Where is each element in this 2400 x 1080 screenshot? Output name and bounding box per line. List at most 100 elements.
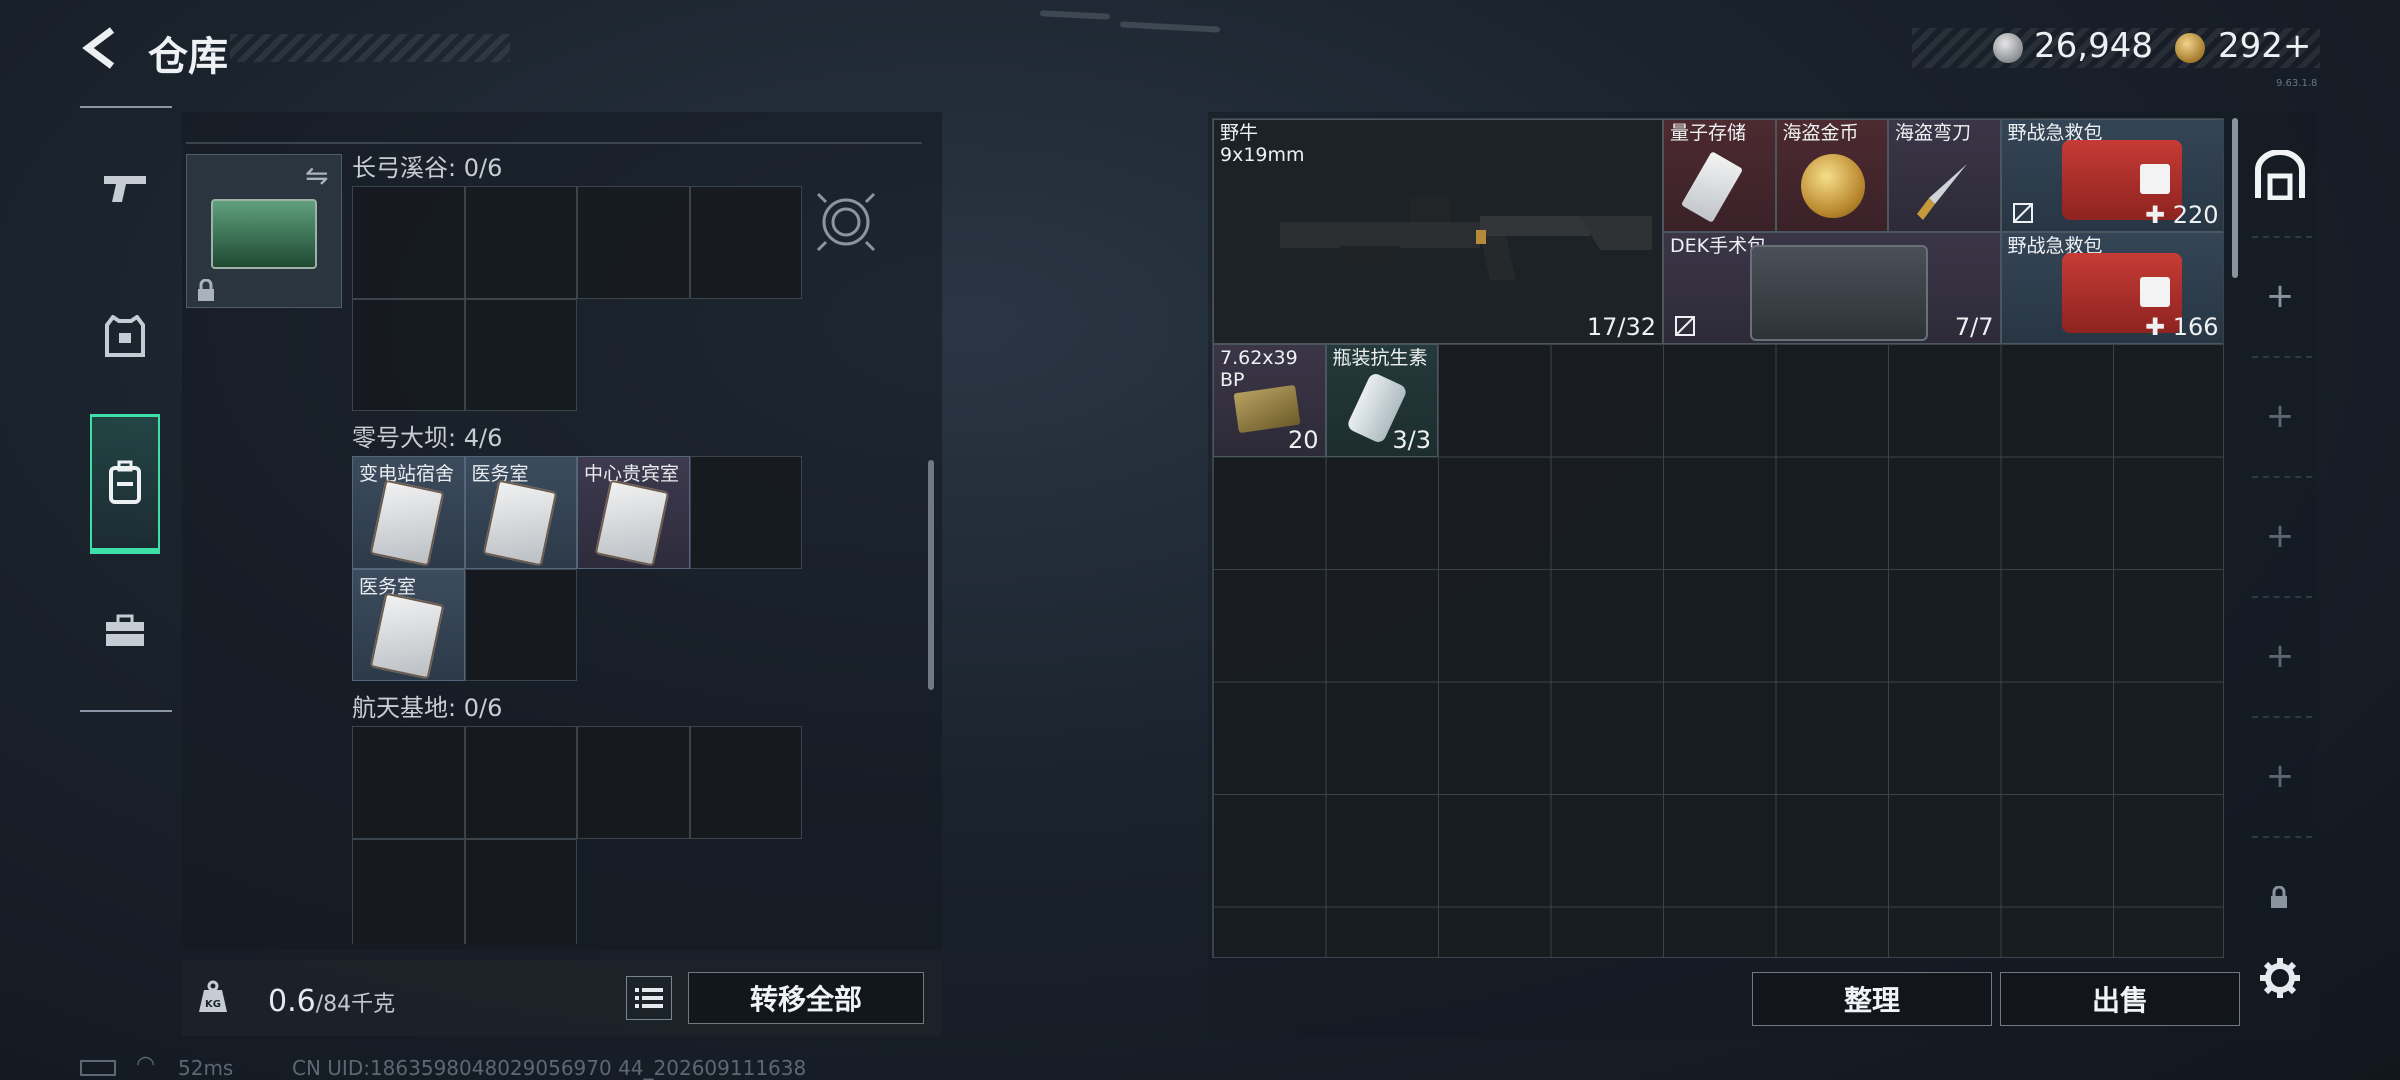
item-quantum-storage[interactable]: 量子存储 bbox=[1663, 119, 1776, 232]
nav-armor-tab[interactable] bbox=[88, 300, 162, 374]
target-icon[interactable] bbox=[812, 188, 880, 256]
left-scrollbar[interactable] bbox=[928, 460, 934, 690]
keycard-item[interactable]: 医务室 bbox=[464, 456, 577, 569]
item-durability: ✚ 220 bbox=[2144, 200, 2219, 229]
lock-icon bbox=[195, 279, 217, 303]
tab-separator bbox=[2252, 476, 2312, 478]
nav-weapons-tab[interactable] bbox=[88, 152, 162, 226]
item-ammo[interactable]: 7.62x39 BP 20 bbox=[1213, 344, 1326, 457]
gold-coin-icon bbox=[2175, 33, 2205, 63]
item-durability: ✚ 166 bbox=[2144, 313, 2219, 341]
keycard-case-slot[interactable]: ⇋ bbox=[186, 154, 342, 308]
keycard-slot[interactable] bbox=[689, 456, 802, 569]
item-dek-surgical-kit[interactable]: DEK手术包 7/7 bbox=[1663, 231, 2001, 344]
item-name: 野牛 bbox=[1220, 122, 1259, 144]
keycard-slot[interactable] bbox=[352, 298, 465, 411]
title-hatch-decoration bbox=[230, 34, 510, 62]
weight-capacity: /84千克 bbox=[315, 992, 396, 1017]
keycard-slot[interactable] bbox=[577, 726, 690, 839]
background-streak bbox=[1039, 10, 1111, 20]
keycard-slot[interactable] bbox=[352, 186, 465, 299]
toolbox-icon bbox=[106, 614, 144, 646]
add-storage-tab-button[interactable]: + bbox=[2262, 398, 2298, 434]
keycard-slot[interactable] bbox=[464, 298, 577, 411]
grid-spacer bbox=[577, 299, 690, 412]
ping-readout: 52ms bbox=[178, 1056, 234, 1080]
keycard-grid-dam: 变电站宿舍 医务室 中心贵宾室 医务室 bbox=[352, 456, 802, 681]
item-name: 瓶装抗生素 bbox=[1332, 347, 1428, 369]
weight-readout: 0.6/84千克 bbox=[268, 984, 395, 1019]
nav-backpack-tab[interactable] bbox=[90, 414, 160, 554]
list-icon bbox=[635, 988, 663, 1008]
keycard-slot[interactable] bbox=[464, 186, 577, 299]
storage-tab-active[interactable] bbox=[2254, 150, 2306, 200]
item-pirate-coin[interactable]: 海盗金币 bbox=[1775, 119, 1888, 232]
background-streak bbox=[1119, 21, 1221, 33]
item-field-medkit[interactable]: 野战急救包 ✚ 220 bbox=[2000, 119, 2223, 232]
durability-value: 166 bbox=[2172, 313, 2219, 341]
keycard-item[interactable]: 医务室 bbox=[352, 568, 465, 681]
keycard-grid-space-base bbox=[352, 726, 802, 944]
keycard-slot[interactable] bbox=[577, 186, 690, 299]
wifi-icon: ◠ bbox=[136, 1052, 156, 1077]
nav-toolbox-tab[interactable] bbox=[88, 594, 162, 668]
svg-text:KG: KG bbox=[205, 999, 221, 1010]
backpack-icon bbox=[109, 460, 141, 504]
section-label-dam: 零号大坝: 4/6 bbox=[352, 424, 503, 452]
tab-separator bbox=[2252, 236, 2312, 238]
no-insure-icon bbox=[1675, 315, 1695, 336]
keycard-case-icon bbox=[211, 199, 317, 269]
add-storage-tab-button[interactable]: + bbox=[2262, 278, 2298, 314]
keycard-slot[interactable] bbox=[689, 186, 802, 299]
right-scrollbar[interactable] bbox=[2232, 118, 2238, 278]
add-storage-tab-button[interactable]: + bbox=[2262, 758, 2298, 794]
warehouse-grid: 野牛 9x19mm 17/32 量子存储 海盗金币 海盗弯刀 野战急救包 ✚ 2… bbox=[1212, 118, 2224, 958]
item-bottled-antibiotic[interactable]: 瓶装抗生素 3/3 bbox=[1325, 344, 1438, 457]
keycard-item[interactable]: 变电站宿舍 bbox=[352, 456, 465, 569]
durability-value: 220 bbox=[2172, 200, 2219, 229]
transfer-all-button[interactable]: 转移全部 bbox=[688, 972, 924, 1024]
keycard-slot[interactable] bbox=[464, 568, 577, 681]
container-header-bar bbox=[186, 116, 922, 144]
keycard-slot[interactable] bbox=[464, 838, 577, 944]
weight-kg-icon: KG bbox=[196, 980, 230, 1014]
keycard-name: 变电站宿舍 bbox=[359, 463, 455, 485]
battery-icon bbox=[80, 1060, 116, 1076]
keycard-icon bbox=[369, 592, 445, 679]
item-count: 20 bbox=[1287, 425, 1319, 454]
add-storage-tab-button[interactable]: + bbox=[2262, 518, 2298, 554]
item-pirate-knife[interactable]: 海盗弯刀 bbox=[1888, 119, 2001, 232]
sell-button[interactable]: 出售 bbox=[2000, 972, 2240, 1026]
keycard-slot[interactable] bbox=[464, 726, 577, 839]
usb-drive-icon bbox=[1680, 151, 1744, 223]
lock-icon bbox=[2271, 886, 2287, 908]
keycard-icon bbox=[369, 479, 445, 567]
keycard-item[interactable]: 中心贵宾室 bbox=[577, 456, 690, 569]
list-view-button[interactable] bbox=[626, 976, 672, 1020]
back-button[interactable] bbox=[78, 26, 122, 70]
gold-currency-amount[interactable]: 292+ bbox=[2218, 26, 2311, 66]
keycard-slot[interactable] bbox=[352, 838, 465, 944]
gold-coin-item-icon bbox=[1800, 154, 1865, 218]
item-name: 7.62x39 bbox=[1220, 347, 1298, 369]
item-field-medkit[interactable]: 野战急救包 ✚ 166 bbox=[2000, 231, 2223, 344]
tab-separator bbox=[2252, 356, 2312, 358]
settings-button[interactable] bbox=[2258, 956, 2302, 1000]
tab-separator bbox=[2252, 596, 2312, 598]
version-label: 9.63.1.8 bbox=[2276, 78, 2318, 89]
rifle-icon bbox=[1280, 196, 1652, 280]
silver-currency-amount: 26,948 bbox=[2034, 26, 2153, 66]
locked-tab[interactable] bbox=[2268, 886, 2290, 910]
swap-icon[interactable]: ⇋ bbox=[305, 159, 328, 192]
add-storage-tab-button[interactable]: + bbox=[2262, 638, 2298, 674]
armor-vest-icon bbox=[105, 315, 145, 357]
keycard-slot[interactable] bbox=[352, 726, 465, 839]
item-rifle[interactable]: 野牛 9x19mm 17/32 bbox=[1213, 119, 1663, 344]
tidy-button[interactable]: 整理 bbox=[1752, 972, 1992, 1026]
grid-spacer bbox=[690, 299, 803, 412]
item-uses: 3/3 bbox=[1392, 425, 1431, 454]
item-ammo-count: 17/32 bbox=[1586, 313, 1656, 341]
keycard-slot[interactable] bbox=[689, 726, 802, 839]
item-name: 海盗金币 bbox=[1782, 122, 1859, 144]
warehouse-icon bbox=[2255, 150, 2305, 200]
